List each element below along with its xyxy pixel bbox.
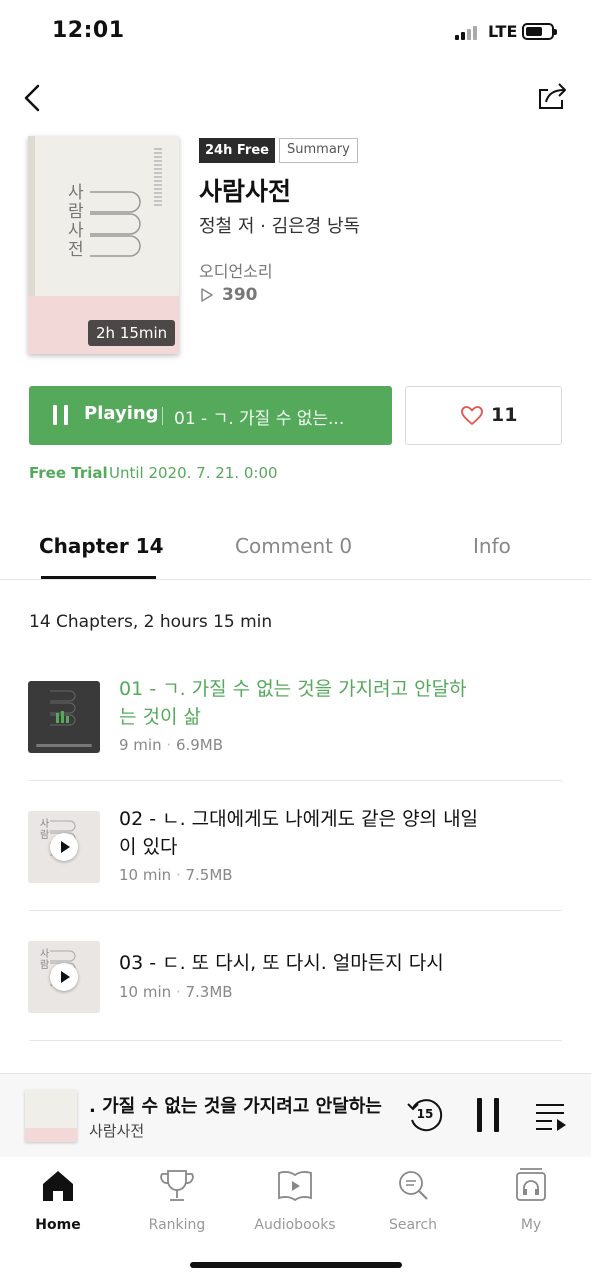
chapter-title: 01 - ㄱ. 가질 수 없는 것을 가지려고 안달하는 것이 삶 — [119, 678, 467, 728]
chapter-item[interactable]: 사람 02 - ㄴ. 그대에게도 나에게도 같은 양의 내일이 있다 10 mi… — [0, 800, 591, 910]
chapters-summary: 14 Chapters, 2 hours 15 min — [29, 612, 273, 632]
play-outline-icon — [201, 288, 213, 302]
divider — [29, 1040, 562, 1041]
chapter-duration: 10 min — [119, 983, 172, 1001]
book-play-icon — [278, 1171, 312, 1202]
mini-player-book: 사람사전 — [89, 1122, 145, 1140]
nav-label: Audiobooks — [254, 1217, 336, 1233]
share-button[interactable] — [532, 76, 572, 116]
tab-chapter[interactable]: Chapter 14 — [39, 534, 164, 558]
chapter-item[interactable]: 사람 03 - ㄷ. 또 다시, 또 다시. 얼마든지 다시 10 min · … — [0, 930, 591, 1040]
play-icon[interactable] — [50, 963, 78, 991]
chapter-thumbnail: 사람 — [28, 941, 100, 1013]
chapter-meta: 10 min · 7.3MB — [119, 983, 233, 1001]
like-count: 11 — [491, 404, 518, 426]
equalizer-icon — [56, 711, 72, 723]
tab-info[interactable]: Info — [473, 534, 511, 558]
free-trial-label: Free Trial — [29, 464, 108, 482]
share-icon — [539, 83, 566, 109]
rewind-15-button[interactable]: 15 — [404, 1094, 446, 1136]
playlist-icon — [536, 1104, 566, 1131]
playing-button[interactable]: Playing 01 - ㄱ. 가질 수 없는... — [29, 386, 392, 445]
thumb-art — [50, 690, 76, 726]
chapter-item[interactable]: 01 - ㄱ. 가질 수 없는 것을 가지려고 안달하는 것이 삶 9 min … — [0, 670, 591, 780]
playing-label: Playing — [84, 403, 159, 424]
chapter-duration: 9 min — [119, 736, 162, 754]
like-button[interactable]: 11 — [405, 386, 562, 445]
nav-label: Ranking — [148, 1217, 206, 1233]
book-authors: 정철 저 · 김은경 낭독 — [199, 216, 361, 237]
free-trial-until: Until 2020. 7. 21. 0:00 — [109, 464, 278, 482]
divider — [29, 780, 562, 781]
chapter-size: 7.3MB — [185, 983, 233, 1001]
nav-ranking[interactable]: Ranking — [127, 1167, 227, 1237]
pause-icon — [477, 1098, 482, 1132]
home-indicator — [190, 1262, 402, 1268]
chapter-duration: 10 min — [119, 866, 172, 884]
status-time: 12:01 — [52, 18, 125, 43]
book-title: 사람사전 — [199, 177, 292, 206]
divider — [29, 910, 562, 911]
status-bar: 12:01 LTE — [0, 0, 591, 64]
nav-label: Search — [388, 1217, 438, 1233]
pause-icon-bar — [494, 1098, 499, 1132]
chapter-title: 03 - ㄷ. 또 다시, 또 다시. 얼마든지 다시 — [119, 952, 444, 974]
search-icon — [399, 1171, 428, 1200]
nav-label: Home — [35, 1217, 81, 1233]
chapter-size: 7.5MB — [185, 866, 233, 884]
back-button[interactable] — [16, 78, 52, 118]
nav-search[interactable]: Search — [363, 1167, 463, 1237]
cover-art — [90, 191, 141, 257]
summary-badge: Summary — [279, 138, 358, 163]
playlist-button[interactable] — [534, 1100, 568, 1132]
nav-home[interactable]: Home — [8, 1167, 108, 1237]
chevron-left-icon — [24, 84, 40, 112]
chapter-progress — [36, 744, 92, 747]
playing-track: 01 - ㄱ. 가질 수 없는... — [174, 409, 345, 429]
rewind-seconds: 15 — [416, 1107, 434, 1121]
chapter-title: 02 - ㄴ. 그대에게도 나에게도 같은 양의 내일이 있다 — [119, 808, 479, 858]
divider — [0, 579, 591, 580]
nav-my[interactable]: My — [481, 1167, 581, 1237]
cover-title: 사람사전 — [68, 183, 84, 260]
pause-icon — [53, 405, 69, 425]
signal-icon — [455, 26, 481, 40]
tab-comment[interactable]: Comment 0 — [235, 534, 352, 558]
network-label: LTE — [488, 22, 518, 41]
heart-icon — [461, 406, 483, 425]
headphones-icon — [516, 1168, 546, 1201]
mini-player[interactable]: . 가질 수 없는 것을 가지려고 안달하는 사람사전 15 — [0, 1073, 591, 1157]
chapter-thumbnail: 사람 — [28, 811, 100, 883]
duration-badge: 2h 15min — [88, 320, 176, 346]
battery-icon — [522, 23, 557, 40]
chapter-meta: 9 min · 6.9MB — [119, 736, 224, 754]
chapter-thumbnail — [28, 681, 100, 753]
nav-audiobooks[interactable]: Audiobooks — [245, 1167, 345, 1237]
nav-label: My — [520, 1217, 542, 1233]
book-publisher: 오디언소리 — [199, 262, 273, 281]
trophy-icon — [160, 1170, 194, 1201]
mini-player-cover — [25, 1090, 77, 1142]
mini-pause-button[interactable] — [474, 1096, 502, 1134]
home-icon — [43, 1171, 73, 1201]
free-badge: 24h Free — [199, 138, 275, 163]
play-icon[interactable] — [50, 833, 78, 861]
chapter-size: 6.9MB — [175, 736, 224, 754]
divider — [162, 407, 163, 425]
mini-player-track: . 가질 수 없는 것을 가지려고 안달하는 — [89, 1096, 382, 1117]
play-count: 390 — [222, 285, 258, 305]
chapter-meta: 10 min · 7.5MB — [119, 866, 233, 884]
